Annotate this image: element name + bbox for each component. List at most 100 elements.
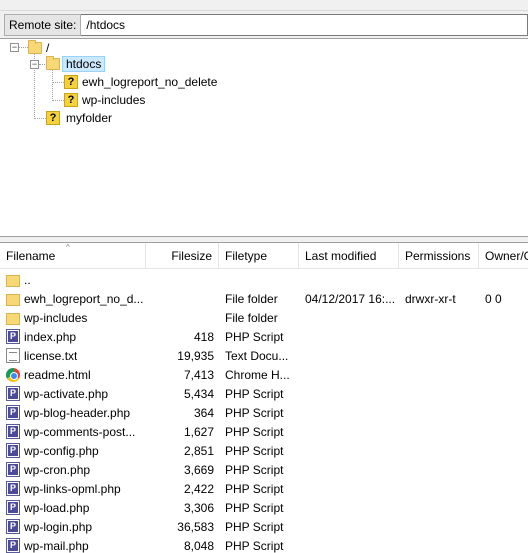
file-type: Text Docu... <box>225 346 295 365</box>
file-permissions <box>405 479 479 498</box>
file-last-modified <box>305 460 397 479</box>
file-name: wp-login.php <box>24 519 93 534</box>
file-last-modified <box>305 422 397 441</box>
php-file-icon <box>6 519 20 534</box>
file-row[interactable]: wp-load.php 3,306 PHP Script <box>0 498 528 517</box>
column-header-label: Filesize <box>171 249 212 263</box>
folder-icon <box>28 40 42 54</box>
column-header-label: Filename <box>6 249 56 263</box>
file-owner <box>485 460 528 479</box>
tree-item-myfolder[interactable]: ? myfolder <box>46 109 116 127</box>
file-permissions <box>405 308 479 327</box>
file-type-text: PHP Script <box>225 443 284 458</box>
file-row[interactable]: wp-links-opml.php 2,422 PHP Script <box>0 479 528 498</box>
file-type: PHP Script <box>225 422 295 441</box>
file-type: PHP Script <box>225 384 295 403</box>
file-owner <box>485 498 528 517</box>
file-row[interactable]: wp-cron.php 3,669 PHP Script <box>0 460 528 479</box>
column-header-permissions[interactable]: Permissions <box>399 243 479 269</box>
file-name-cell: wp-load.php <box>6 498 146 517</box>
file-permissions <box>405 460 479 479</box>
file-row[interactable]: ewh_logreport_no_d... File folder 04/12/20… <box>0 289 528 308</box>
collapse-htdocs-button[interactable]: − <box>30 60 39 69</box>
file-owner <box>485 517 528 536</box>
folder-icon <box>6 312 20 325</box>
unknown-folder-icon: ? <box>46 111 60 125</box>
file-owner <box>485 365 528 384</box>
collapse-root-button[interactable]: − <box>10 43 19 52</box>
column-header-label: Owner/G <box>485 249 528 263</box>
file-size-text: 418 <box>193 329 214 344</box>
php-file-icon <box>6 329 20 344</box>
tree-item-label: / <box>46 41 50 55</box>
file-row[interactable]: wp-comments-post... 1,627 PHP Script <box>0 422 528 441</box>
file-owner <box>485 422 528 441</box>
file-type-text: PHP Script <box>225 424 284 439</box>
column-header-owner[interactable]: Owner/G <box>479 243 528 269</box>
file-permissions <box>405 327 479 346</box>
tree-item-label: wp-includes <box>82 93 146 107</box>
tree-item-label: myfolder <box>66 111 113 125</box>
file-name-cell: wp-comments-post... <box>6 422 146 441</box>
file-type-text: PHP Script <box>225 329 284 344</box>
file-name-cell: .. <box>6 270 146 289</box>
remote-site-label: Remote site: <box>4 13 82 36</box>
tree-item-ewh-logreport[interactable]: ? ewh_logreport_no_delete <box>64 73 221 91</box>
file-row[interactable]: license.txt 19,935 Text Docu... <box>0 346 528 365</box>
file-last-modified <box>305 365 397 384</box>
file-row[interactable]: .. <box>0 270 528 289</box>
tree-item-htdocs[interactable]: htdocs <box>46 55 106 73</box>
remote-site-path-input[interactable]: /htdocs <box>81 13 528 36</box>
file-size-text: 3,669 <box>183 462 214 477</box>
file-row[interactable]: wp-activate.php 5,434 PHP Script <box>0 384 528 403</box>
file-row[interactable]: readme.html 7,413 Chrome H... <box>0 365 528 384</box>
column-header-filetype[interactable]: Filetype <box>219 243 299 269</box>
file-last-modified-text: 04/12/2017 16:... <box>305 291 396 306</box>
file-row[interactable]: wp-includes File folder <box>0 308 528 327</box>
file-type-text: File folder <box>225 291 278 306</box>
file-type: PHP Script <box>225 441 295 460</box>
file-row[interactable]: wp-mail.php 8,048 PHP Script <box>0 536 528 553</box>
file-name: wp-blog-header.php <box>24 405 131 420</box>
file-owner <box>485 441 528 460</box>
unknown-folder-icon: ? <box>64 75 78 89</box>
file-last-modified <box>305 536 397 553</box>
tree-connector <box>52 82 64 83</box>
file-owner <box>485 346 528 365</box>
column-header-filesize[interactable]: Filesize <box>146 243 219 269</box>
file-name-cell: wp-mail.php <box>6 536 146 553</box>
php-file-icon <box>6 538 20 553</box>
file-type-text: PHP Script <box>225 405 284 420</box>
file-name-cell: wp-blog-header.php <box>6 403 146 422</box>
file-type: PHP Script <box>225 498 295 517</box>
file-owner <box>485 270 528 289</box>
column-header-filename[interactable]: Filename ^ <box>0 243 146 269</box>
file-type: File folder <box>225 289 295 308</box>
file-size: 36,583 <box>146 517 214 536</box>
file-row[interactable]: wp-config.php 2,851 PHP Script <box>0 441 528 460</box>
column-header-last-modified[interactable]: Last modified <box>299 243 399 269</box>
php-file-icon <box>6 424 20 439</box>
file-owner-text: 0 0 <box>485 291 502 306</box>
file-size: 418 <box>146 327 214 346</box>
file-last-modified <box>305 479 397 498</box>
file-name-cell: wp-activate.php <box>6 384 146 403</box>
file-size: 2,851 <box>146 441 214 460</box>
file-type: Chrome H... <box>225 365 295 384</box>
file-row[interactable]: wp-blog-header.php 364 PHP Script <box>0 403 528 422</box>
file-name-cell: license.txt <box>6 346 146 365</box>
file-row[interactable]: index.php 418 PHP Script <box>0 327 528 346</box>
tree-item-label: ewh_logreport_no_delete <box>82 75 218 89</box>
file-last-modified <box>305 270 397 289</box>
file-name: ewh_logreport_no_d... <box>24 291 144 306</box>
file-size: 19,935 <box>146 346 214 365</box>
file-row[interactable]: wp-login.php 36,583 PHP Script <box>0 517 528 536</box>
file-type <box>225 270 295 289</box>
file-type: PHP Script <box>225 479 295 498</box>
top-border <box>0 0 528 11</box>
tree-item-wp-includes[interactable]: ? wp-includes <box>64 91 149 109</box>
column-header-label: Last modified <box>305 249 377 263</box>
file-name: wp-activate.php <box>24 386 109 401</box>
file-permissions <box>405 498 479 517</box>
file-permissions <box>405 403 479 422</box>
